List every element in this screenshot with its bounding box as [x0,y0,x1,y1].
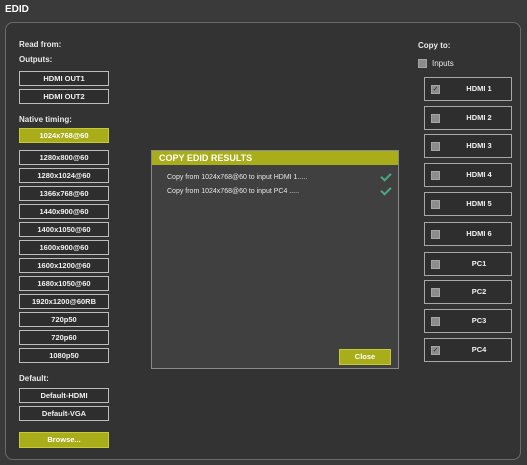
copy-target-pc4[interactable]: ✓ PC4 [424,338,512,362]
copy-target-hdmi-2[interactable]: HDMI 2 [424,106,512,130]
copy-target-label: HDMI 1 [466,84,492,93]
copy-target-label: PC3 [471,316,487,325]
native-timing-button[interactable]: 1920x1200@60RB [19,294,109,309]
native-timing-button[interactable]: 1400x1050@60 [19,222,109,237]
default-vga-button[interactable]: Default-VGA [19,406,109,421]
copy-target-label: PC1 [471,259,487,268]
success-check-icon [380,184,392,196]
native-timing-button[interactable]: 1366x768@60 [19,186,109,201]
copy-target-label: PC2 [471,287,487,296]
success-check-icon [380,170,392,182]
copy-target-hdmi-1[interactable]: ✓ HDMI 1 [424,77,512,101]
result-line: Copy from 1024x768@60 to input PC4 ..... [167,188,300,195]
native-timing-button[interactable]: 1080p50 [19,348,109,363]
close-button[interactable]: Close [339,349,391,365]
copy-target-pc1[interactable]: PC1 [424,252,512,276]
checkbox-icon[interactable] [431,171,440,180]
copy-target-hdmi-5[interactable]: HDMI 5 [424,192,512,216]
read-from-label: Read from: [19,40,62,49]
checkbox-icon[interactable] [431,317,440,326]
inputs-checkbox[interactable] [418,59,427,68]
native-timing-button[interactable]: 720p50 [19,312,109,327]
output-button-hdmi-out2[interactable]: HDMI OUT2 [19,89,109,104]
native-timing-button[interactable]: 720p60 [19,330,109,345]
native-timing-button[interactable]: 1280x800@60 [19,150,109,165]
copy-target-label: HDMI 3 [466,141,492,150]
native-timing-label: Native timing: [19,115,72,124]
native-timing-button[interactable]: 1024x768@60 [19,128,109,143]
checkbox-icon[interactable] [431,230,440,239]
output-button-hdmi-out1[interactable]: HDMI OUT1 [19,71,109,86]
default-hdmi-button[interactable]: Default-HDMI [19,388,109,403]
default-label: Default: [19,374,49,383]
checkbox-checked-icon[interactable]: ✓ [431,85,440,94]
copy-target-hdmi-6[interactable]: HDMI 6 [424,222,512,246]
checkbox-icon[interactable] [431,288,440,297]
window-title: EDID [5,4,29,15]
copy-edid-results-dialog: COPY EDID RESULTS Copy from 1024x768@60 … [151,150,399,369]
native-timing-button[interactable]: 1280x1024@60 [19,168,109,183]
checkbox-icon[interactable] [431,260,440,269]
copy-target-label: HDMI 5 [466,199,492,208]
native-timing-button[interactable]: 1680x1050@60 [19,276,109,291]
copy-target-pc2[interactable]: PC2 [424,280,512,304]
copy-to-label: Copy to: [418,41,451,50]
checkbox-icon[interactable] [431,142,440,151]
native-timing-button[interactable]: 1440x900@60 [19,204,109,219]
copy-target-label: HDMI 2 [466,113,492,122]
native-timing-button[interactable]: 1600x900@60 [19,240,109,255]
result-line: Copy from 1024x768@60 to input HDMI 1...… [167,174,308,181]
browse-button[interactable]: Browse... [19,432,109,448]
outputs-label: Outputs: [19,55,53,64]
native-timing-button[interactable]: 1600x1200@60 [19,258,109,273]
checkbox-icon[interactable] [431,114,440,123]
checkbox-icon[interactable] [431,200,440,209]
copy-target-hdmi-3[interactable]: HDMI 3 [424,134,512,158]
copy-target-pc3[interactable]: PC3 [424,309,512,333]
dialog-title: COPY EDID RESULTS [152,151,398,165]
inputs-label: Inputs [432,59,454,68]
copy-target-label: HDMI 4 [466,170,492,179]
checkbox-checked-icon[interactable]: ✓ [431,346,440,355]
copy-target-label: PC4 [471,345,487,354]
copy-target-hdmi-4[interactable]: HDMI 4 [424,163,512,187]
copy-target-label: HDMI 6 [466,229,492,238]
